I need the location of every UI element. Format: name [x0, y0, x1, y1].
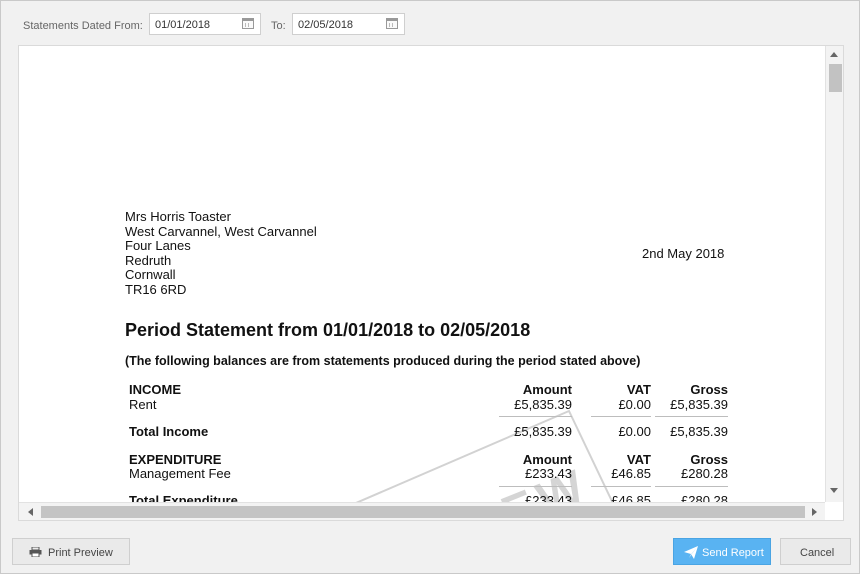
row-amount: £5,835.39 [514, 397, 572, 412]
address-line: Four Lanes [125, 238, 191, 254]
report-dialog: Statements Dated From: 01/01/2018 To: 02… [0, 0, 860, 574]
address-line: Redruth [125, 252, 172, 268]
total-expenditure-amount: £233.43 [525, 493, 572, 502]
calendar-icon[interactable] [242, 18, 254, 29]
print-preview-label: Print Preview [48, 547, 113, 559]
col-amount: Amount [522, 452, 572, 467]
address-line: TR16 6RD [125, 281, 187, 297]
income-heading: INCOME [129, 382, 181, 397]
total-expenditure-vat: £46.85 [611, 493, 651, 502]
cancel-button[interactable]: Cancel [780, 538, 851, 565]
scroll-down-arrow-icon[interactable] [830, 488, 838, 493]
divider [499, 486, 572, 487]
recipient-address: Mrs Horris Toaster West Carvannel, West … [125, 209, 317, 298]
paper-plane-icon [684, 546, 698, 559]
address-line: Mrs Horris Toaster [125, 209, 231, 224]
from-date-value: 01/01/2018 [155, 19, 211, 31]
statement-subtitle: (The following balances are from stateme… [125, 354, 641, 368]
row-gross: £5,835.39 [670, 397, 728, 412]
total-income-vat: £0.00 [618, 424, 651, 439]
statement-title: Period Statement from 01/01/2018 to 02/0… [125, 320, 531, 340]
total-income-amount: £5,835.39 [514, 424, 572, 439]
print-preview-button[interactable]: Print Preview [12, 538, 130, 565]
row-vat: £0.00 [618, 397, 651, 412]
total-expenditure-gross: £280.28 [681, 493, 728, 502]
from-label: Statements Dated From: [23, 20, 143, 32]
total-income-label: Total Income [129, 424, 209, 439]
scroll-right-arrow-icon[interactable] [812, 508, 817, 516]
watermark-outline [355, 409, 614, 502]
statement-document: Mrs Horris Toaster West Carvannel, West … [19, 46, 825, 502]
horizontal-scroll-thumb[interactable] [41, 506, 805, 518]
report-viewer: Mrs Horris Toaster West Carvannel, West … [18, 45, 844, 521]
vertical-scroll-thumb[interactable] [829, 64, 842, 92]
col-amount: Amount [522, 382, 572, 397]
divider [655, 416, 728, 417]
printer-icon [29, 547, 42, 557]
col-vat: VAT [626, 452, 651, 467]
expenditure-heading: EXPENDITURE [129, 452, 222, 467]
row-label: Rent [129, 397, 157, 412]
divider [499, 416, 572, 417]
row-amount: £233.43 [525, 466, 572, 481]
total-expenditure-label: Total Expenditure [129, 493, 238, 502]
col-vat: VAT [626, 382, 651, 397]
from-date-field[interactable]: 01/01/2018 [149, 13, 261, 35]
to-date-value: 02/05/2018 [298, 19, 354, 31]
statement-date: 2nd May 2018 [642, 246, 725, 261]
total-income-gross: £5,835.39 [670, 424, 728, 439]
calendar-icon[interactable] [386, 18, 398, 29]
send-report-label: Send Report [702, 547, 764, 559]
col-gross: Gross [690, 452, 728, 467]
vertical-scrollbar[interactable] [825, 46, 843, 502]
row-gross: £280.28 [681, 466, 728, 481]
scroll-left-arrow-icon[interactable] [28, 508, 33, 516]
cancel-label: Cancel [800, 547, 835, 559]
col-gross: Gross [690, 382, 728, 397]
to-label: To: [271, 20, 286, 32]
filter-bar: Statements Dated From: 01/01/2018 To: 02… [1, 1, 859, 45]
send-report-button[interactable]: Send Report [673, 538, 771, 565]
address-line: Cornwall [125, 267, 176, 283]
to-date-field[interactable]: 02/05/2018 [292, 13, 405, 35]
address-line: West Carvannel, West Carvannel [125, 223, 317, 239]
row-vat: £46.85 [611, 466, 651, 481]
horizontal-scrollbar[interactable] [19, 502, 825, 520]
divider [591, 486, 651, 487]
divider [591, 416, 651, 417]
row-label: Management Fee [129, 466, 231, 481]
divider [655, 486, 728, 487]
scroll-up-arrow-icon[interactable] [830, 52, 838, 57]
